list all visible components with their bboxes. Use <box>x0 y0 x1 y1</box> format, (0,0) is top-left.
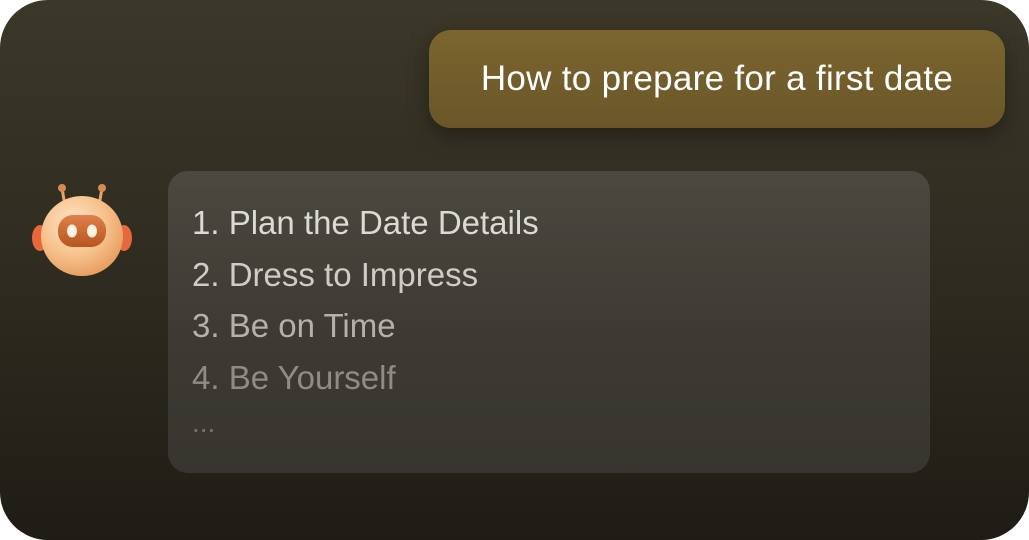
assistant-message-bubble: 1. Plan the Date Details 2. Dress to Imp… <box>168 171 930 473</box>
user-message-bubble: How to prepare for a first date <box>429 30 1005 128</box>
list-item: 3. Be on Time <box>192 307 396 344</box>
answer-list: 1. Plan the Date Details 2. Dress to Imp… <box>192 197 539 443</box>
list-item-ellipsis: ... <box>192 407 216 438</box>
chat-panel: How to prepare for a first date 1. Plan … <box>0 0 1029 540</box>
list-item: 1. Plan the Date Details <box>192 204 539 241</box>
robot-avatar-icon <box>30 182 134 282</box>
user-message-text: How to prepare for a first date <box>480 59 954 98</box>
list-item: 2. Dress to Impress <box>192 255 479 293</box>
list-item: 4. Be Yourself <box>192 358 396 396</box>
